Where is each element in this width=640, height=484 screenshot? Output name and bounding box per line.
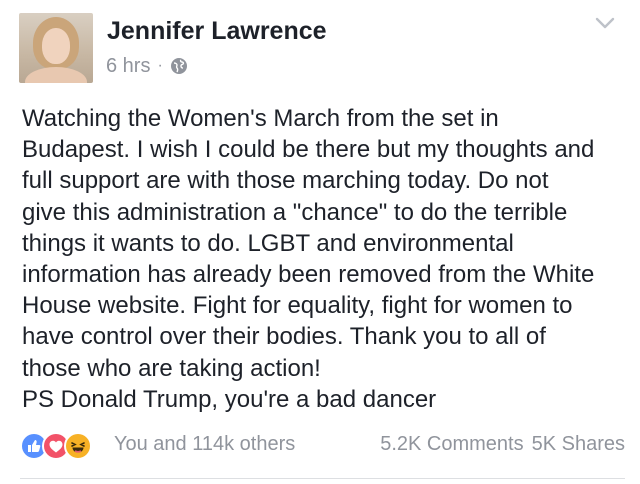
haha-icon: [64, 432, 92, 460]
author-name[interactable]: Jennifer Lawrence: [107, 17, 327, 46]
post-line: give this administration a "chance" to d…: [22, 198, 568, 226]
post-line: PS Donald Trump, you're a bad dancer: [22, 385, 437, 413]
chevron-down-icon[interactable]: [594, 15, 616, 31]
avatar[interactable]: [19, 13, 93, 83]
post-body: Watching the Women's March from the set …: [22, 103, 627, 415]
reaction-summary[interactable]: You and 114k others: [114, 433, 295, 456]
comments-count[interactable]: 5.2K Comments: [380, 433, 523, 456]
post-timestamp[interactable]: 6 hrs: [106, 55, 150, 78]
post-line: have control over their bodies. Thank yo…: [22, 323, 546, 351]
post-line: Watching the Women's March from the set …: [22, 105, 499, 132]
post-footer: You and 114k others 5.2K Comments 5K Sha…: [20, 430, 625, 462]
post-meta: 6 hrs ·: [106, 55, 188, 77]
reaction-icons[interactable]: [20, 430, 92, 462]
engagement-counts: 5.2K Comments 5K Shares: [380, 433, 625, 456]
post-line: information has already been removed fro…: [22, 261, 595, 289]
globe-icon[interactable]: [170, 57, 188, 75]
meta-separator: ·: [157, 57, 163, 74]
post-line: those who are taking action!: [22, 354, 321, 382]
post-line: House website. Fight for equality, fight…: [22, 292, 573, 320]
footer-divider: [20, 478, 625, 479]
post-line: things it wants to do. LGBT and environm…: [22, 229, 514, 257]
post-line: full support are with those marching tod…: [22, 167, 549, 195]
avatar-shoulders: [25, 67, 87, 83]
shares-count[interactable]: 5K Shares: [532, 433, 625, 456]
post-line: Budapest. I wish I could be there but my…: [22, 136, 595, 164]
facebook-post: Jennifer Lawrence 6 hrs · Watching the W…: [0, 0, 640, 484]
avatar-face: [42, 28, 70, 64]
